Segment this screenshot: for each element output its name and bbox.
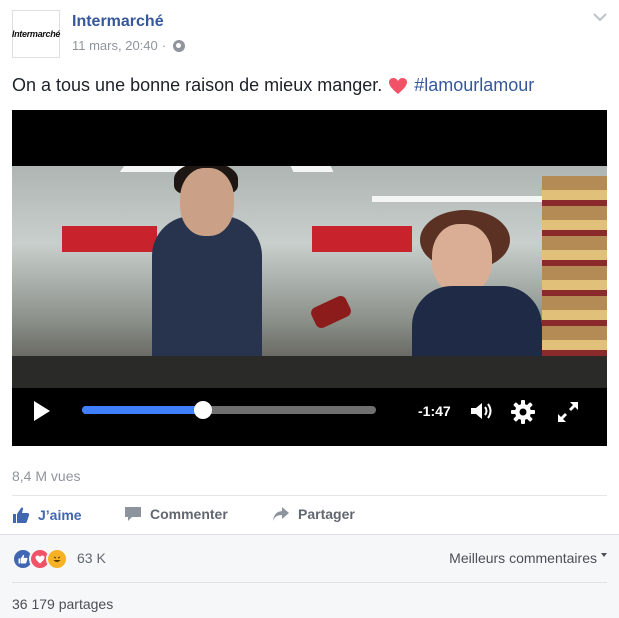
share-label: Partager (298, 506, 355, 522)
heart-icon (389, 77, 408, 94)
globe-icon (173, 39, 186, 52)
post-text: On a tous une bonne raison de mieux mang… (12, 75, 383, 95)
comment-sort-dropdown[interactable]: Meilleurs commentaires (449, 550, 607, 566)
caret-down-icon (601, 553, 607, 557)
like-button[interactable]: J’aime (12, 506, 82, 524)
divider (12, 495, 607, 496)
page-name-link[interactable]: Intermarché (72, 13, 164, 31)
divider (12, 582, 607, 583)
comment-label: Commenter (150, 506, 228, 522)
seek-progress (82, 406, 203, 414)
fullscreen-icon[interactable] (556, 400, 580, 424)
post-timestamp[interactable]: 11 mars, 20:40 (72, 38, 158, 53)
play-icon[interactable] (34, 401, 50, 421)
share-count[interactable]: 36 179 partages (12, 596, 113, 612)
logo-wordmark: Intermarché (11, 29, 61, 39)
like-label: J’aime (38, 507, 82, 523)
time-remaining: -1:47 (418, 403, 451, 419)
seek-handle[interactable] (194, 401, 212, 419)
volume-icon[interactable] (469, 400, 497, 422)
comment-button[interactable]: Commenter (124, 506, 228, 522)
share-icon (273, 507, 289, 521)
sort-label: Meilleurs commentaires (449, 550, 597, 566)
thumbs-up-icon (13, 507, 30, 523)
post-meta: 11 mars, 20:40 · (72, 38, 186, 53)
reaction-icons[interactable] (12, 548, 68, 570)
chevron-down-icon[interactable] (593, 12, 607, 22)
comment-icon (125, 507, 141, 521)
post-message: On a tous une bonne raison de mieux mang… (12, 75, 534, 96)
meta-separator: · (161, 38, 167, 53)
gear-icon[interactable] (510, 399, 536, 425)
share-button[interactable]: Partager (272, 506, 355, 522)
video-frame[interactable] (12, 166, 607, 388)
reaction-count[interactable]: 63 K (77, 550, 106, 566)
haha-reaction-icon (46, 548, 68, 570)
video-player[interactable]: -1:47 (12, 110, 607, 446)
page-logo[interactable]: Intermarché (12, 10, 60, 58)
view-count: 8,4 M vues (12, 468, 81, 484)
hashtag-link[interactable]: #lamourlamour (414, 75, 534, 96)
